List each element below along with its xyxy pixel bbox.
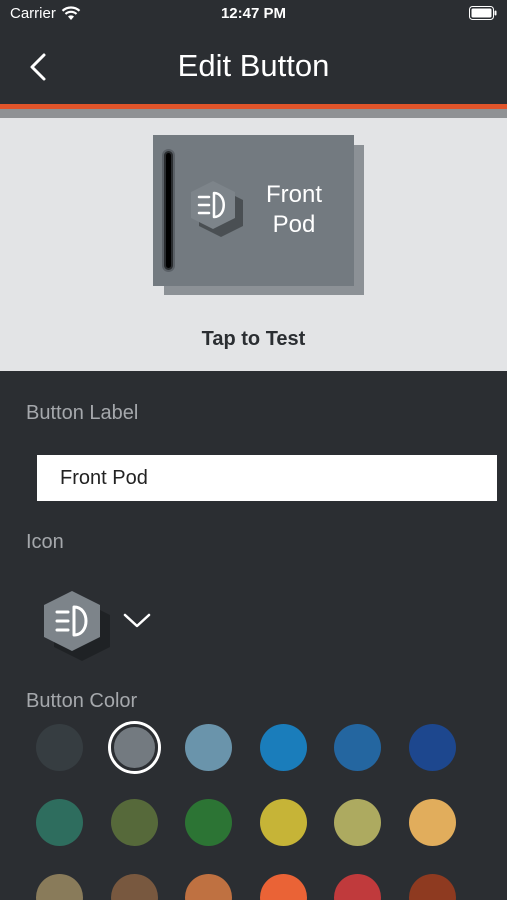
icon-heading: Icon (26, 531, 64, 553)
button-preview-panel: Front Pod Tap to Test (0, 118, 507, 371)
icon-picker[interactable] (30, 582, 170, 662)
color-swatch[interactable] (334, 724, 382, 771)
color-swatch[interactable] (409, 874, 456, 900)
color-swatch[interactable] (185, 799, 233, 846)
preview-button-label: Front Pod (265, 181, 322, 238)
color-swatch[interactable] (334, 874, 382, 900)
color-swatch[interactable] (409, 799, 456, 846)
color-swatch[interactable] (36, 724, 83, 771)
color-swatch[interactable] (110, 874, 158, 900)
chevron-down-icon (123, 613, 151, 628)
button-color-heading: Button Color (26, 690, 138, 712)
color-swatch[interactable] (185, 874, 233, 900)
button-label-input[interactable] (37, 455, 497, 501)
headlight-icon (191, 181, 243, 237)
color-swatch[interactable] (110, 799, 158, 846)
color-swatch[interactable] (259, 799, 307, 846)
color-swatch[interactable] (259, 724, 307, 771)
preview-button[interactable]: Front Pod (153, 135, 354, 286)
preview-indicator-slot (162, 149, 175, 272)
color-swatch[interactable] (259, 874, 307, 900)
button-label-heading: Button Label (26, 402, 139, 424)
nav-bar: Edit Button (0, 30, 507, 104)
status-time: 12:47 PM (220, 5, 287, 22)
divider (0, 109, 507, 118)
color-swatch[interactable] (334, 799, 382, 846)
color-swatch[interactable] (36, 874, 83, 900)
page-title: Edit Button (177, 48, 330, 83)
color-swatch[interactable] (409, 724, 456, 771)
headlight-icon (44, 591, 110, 661)
status-bar: Carrier 12:47 PM (0, 0, 507, 30)
color-swatch[interactable] (36, 799, 83, 846)
color-swatch[interactable] (185, 724, 233, 771)
color-swatch[interactable] (110, 724, 158, 771)
battery-icon (469, 6, 497, 20)
tap-to-test-button[interactable]: Tap to Test (0, 328, 507, 351)
